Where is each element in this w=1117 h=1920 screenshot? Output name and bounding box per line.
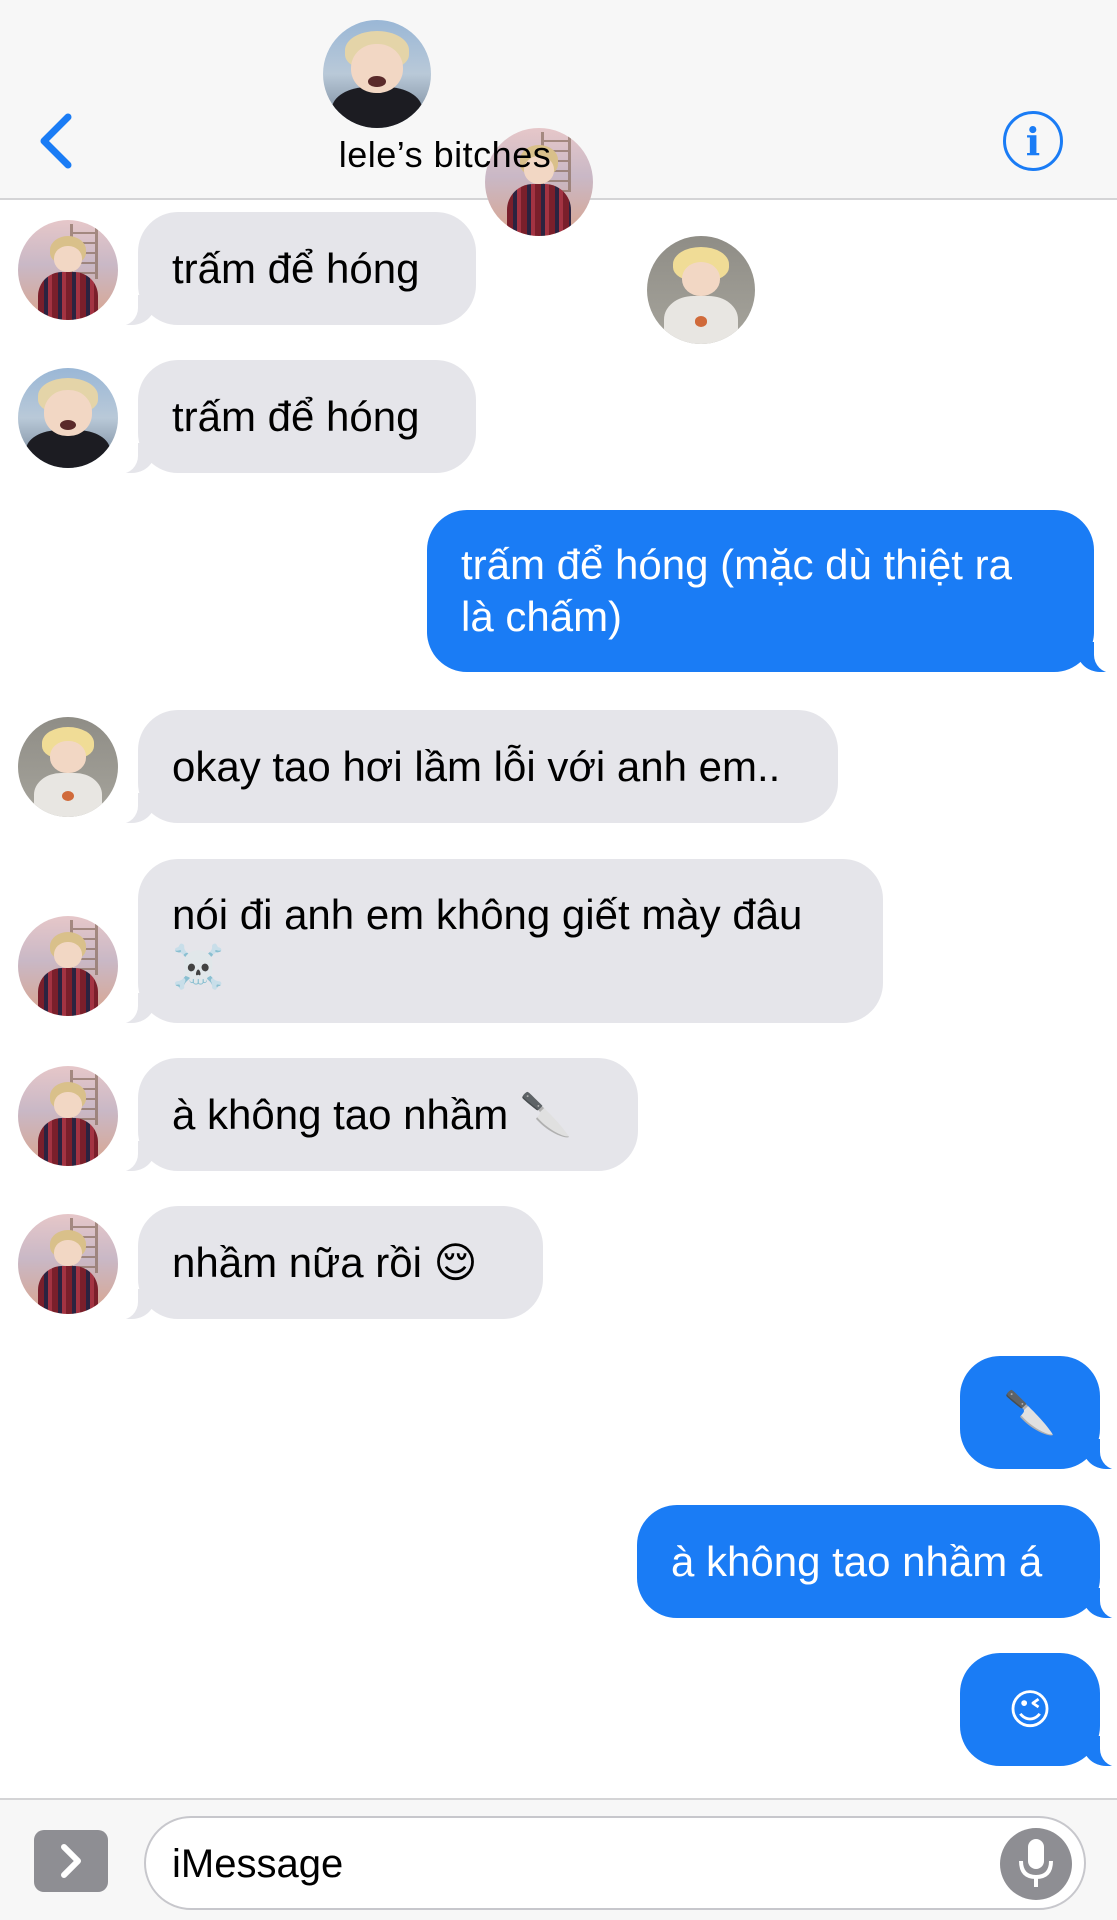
chevron-left-icon: [40, 113, 72, 169]
message-text: nhầm nữa rồi 😌: [172, 1238, 478, 1286]
message-text: à không tao nhầm 🔪: [172, 1090, 573, 1138]
microphone-icon: [1019, 1839, 1053, 1887]
message-bubble-outgoing[interactable]: 😉: [960, 1653, 1117, 1767]
message-bubble-incoming[interactable]: trấm để hóng: [116, 360, 476, 474]
back-button[interactable]: [26, 104, 86, 178]
message-bubble-outgoing[interactable]: trấm để hóng (mặc dù thiệt ra là chấm): [427, 510, 1116, 673]
chevron-right-icon: [61, 1844, 81, 1878]
sender-avatar[interactable]: [18, 1066, 118, 1166]
message-text: trấm để hóng: [172, 392, 420, 440]
message-input[interactable]: iMessage: [144, 1816, 1086, 1910]
sender-avatar[interactable]: [18, 916, 118, 1016]
skull-emoji: ☠️: [172, 943, 225, 990]
message-text: okay tao hơi lầm lỗi với anh em..: [172, 742, 781, 790]
sender-avatar[interactable]: [18, 368, 118, 468]
apps-button[interactable]: [34, 1830, 108, 1892]
sender-avatar[interactable]: [18, 717, 118, 817]
info-icon: i: [1025, 118, 1041, 164]
message-bubble-incoming[interactable]: trấm để hóng: [116, 212, 476, 326]
microphone-button[interactable]: [1000, 1828, 1072, 1900]
message-bubble-outgoing[interactable]: à không tao nhầm á: [637, 1505, 1117, 1619]
message-bubble-incoming[interactable]: à không tao nhầm 🔪: [116, 1058, 638, 1172]
imessage-screen: lele’s bitches i trấm để hóng trấm để hó…: [0, 0, 1117, 1920]
conversation-header: lele’s bitches i: [0, 0, 1117, 344]
message-text-line: trấm để hóng (mặc dù thiệt ra: [461, 541, 1012, 588]
wink-emoji: 😉: [1008, 1685, 1052, 1733]
group-name[interactable]: lele’s bitches: [300, 134, 590, 176]
group-member-avatar-1[interactable]: [323, 20, 431, 128]
message-thread[interactable]: trấm để hóng trấm để hóng trấm để hóng (…: [0, 200, 1117, 1798]
message-bubble-incoming[interactable]: nói đi anh em không giết mày đâu ☠️: [116, 859, 883, 1024]
message-bubble-outgoing[interactable]: 🔪: [960, 1356, 1117, 1470]
message-text: à không tao nhầm á: [671, 1537, 1043, 1585]
message-bubble-incoming[interactable]: nhầm nữa rồi 😌: [116, 1206, 543, 1320]
sender-avatar[interactable]: [18, 1214, 118, 1314]
knife-emoji: 🔪: [1003, 1388, 1057, 1436]
sender-avatar[interactable]: [18, 220, 118, 320]
message-text-line: nói đi anh em không giết mày đâu: [172, 891, 803, 938]
message-text: trấm để hóng: [172, 244, 420, 292]
message-input-placeholder: iMessage: [172, 1842, 344, 1886]
info-button[interactable]: i: [1003, 111, 1063, 171]
message-text-line: là chấm): [461, 593, 623, 640]
message-bubble-incoming[interactable]: okay tao hơi lầm lỗi với anh em..: [116, 710, 838, 824]
compose-bar: iMessage: [0, 1798, 1117, 1920]
